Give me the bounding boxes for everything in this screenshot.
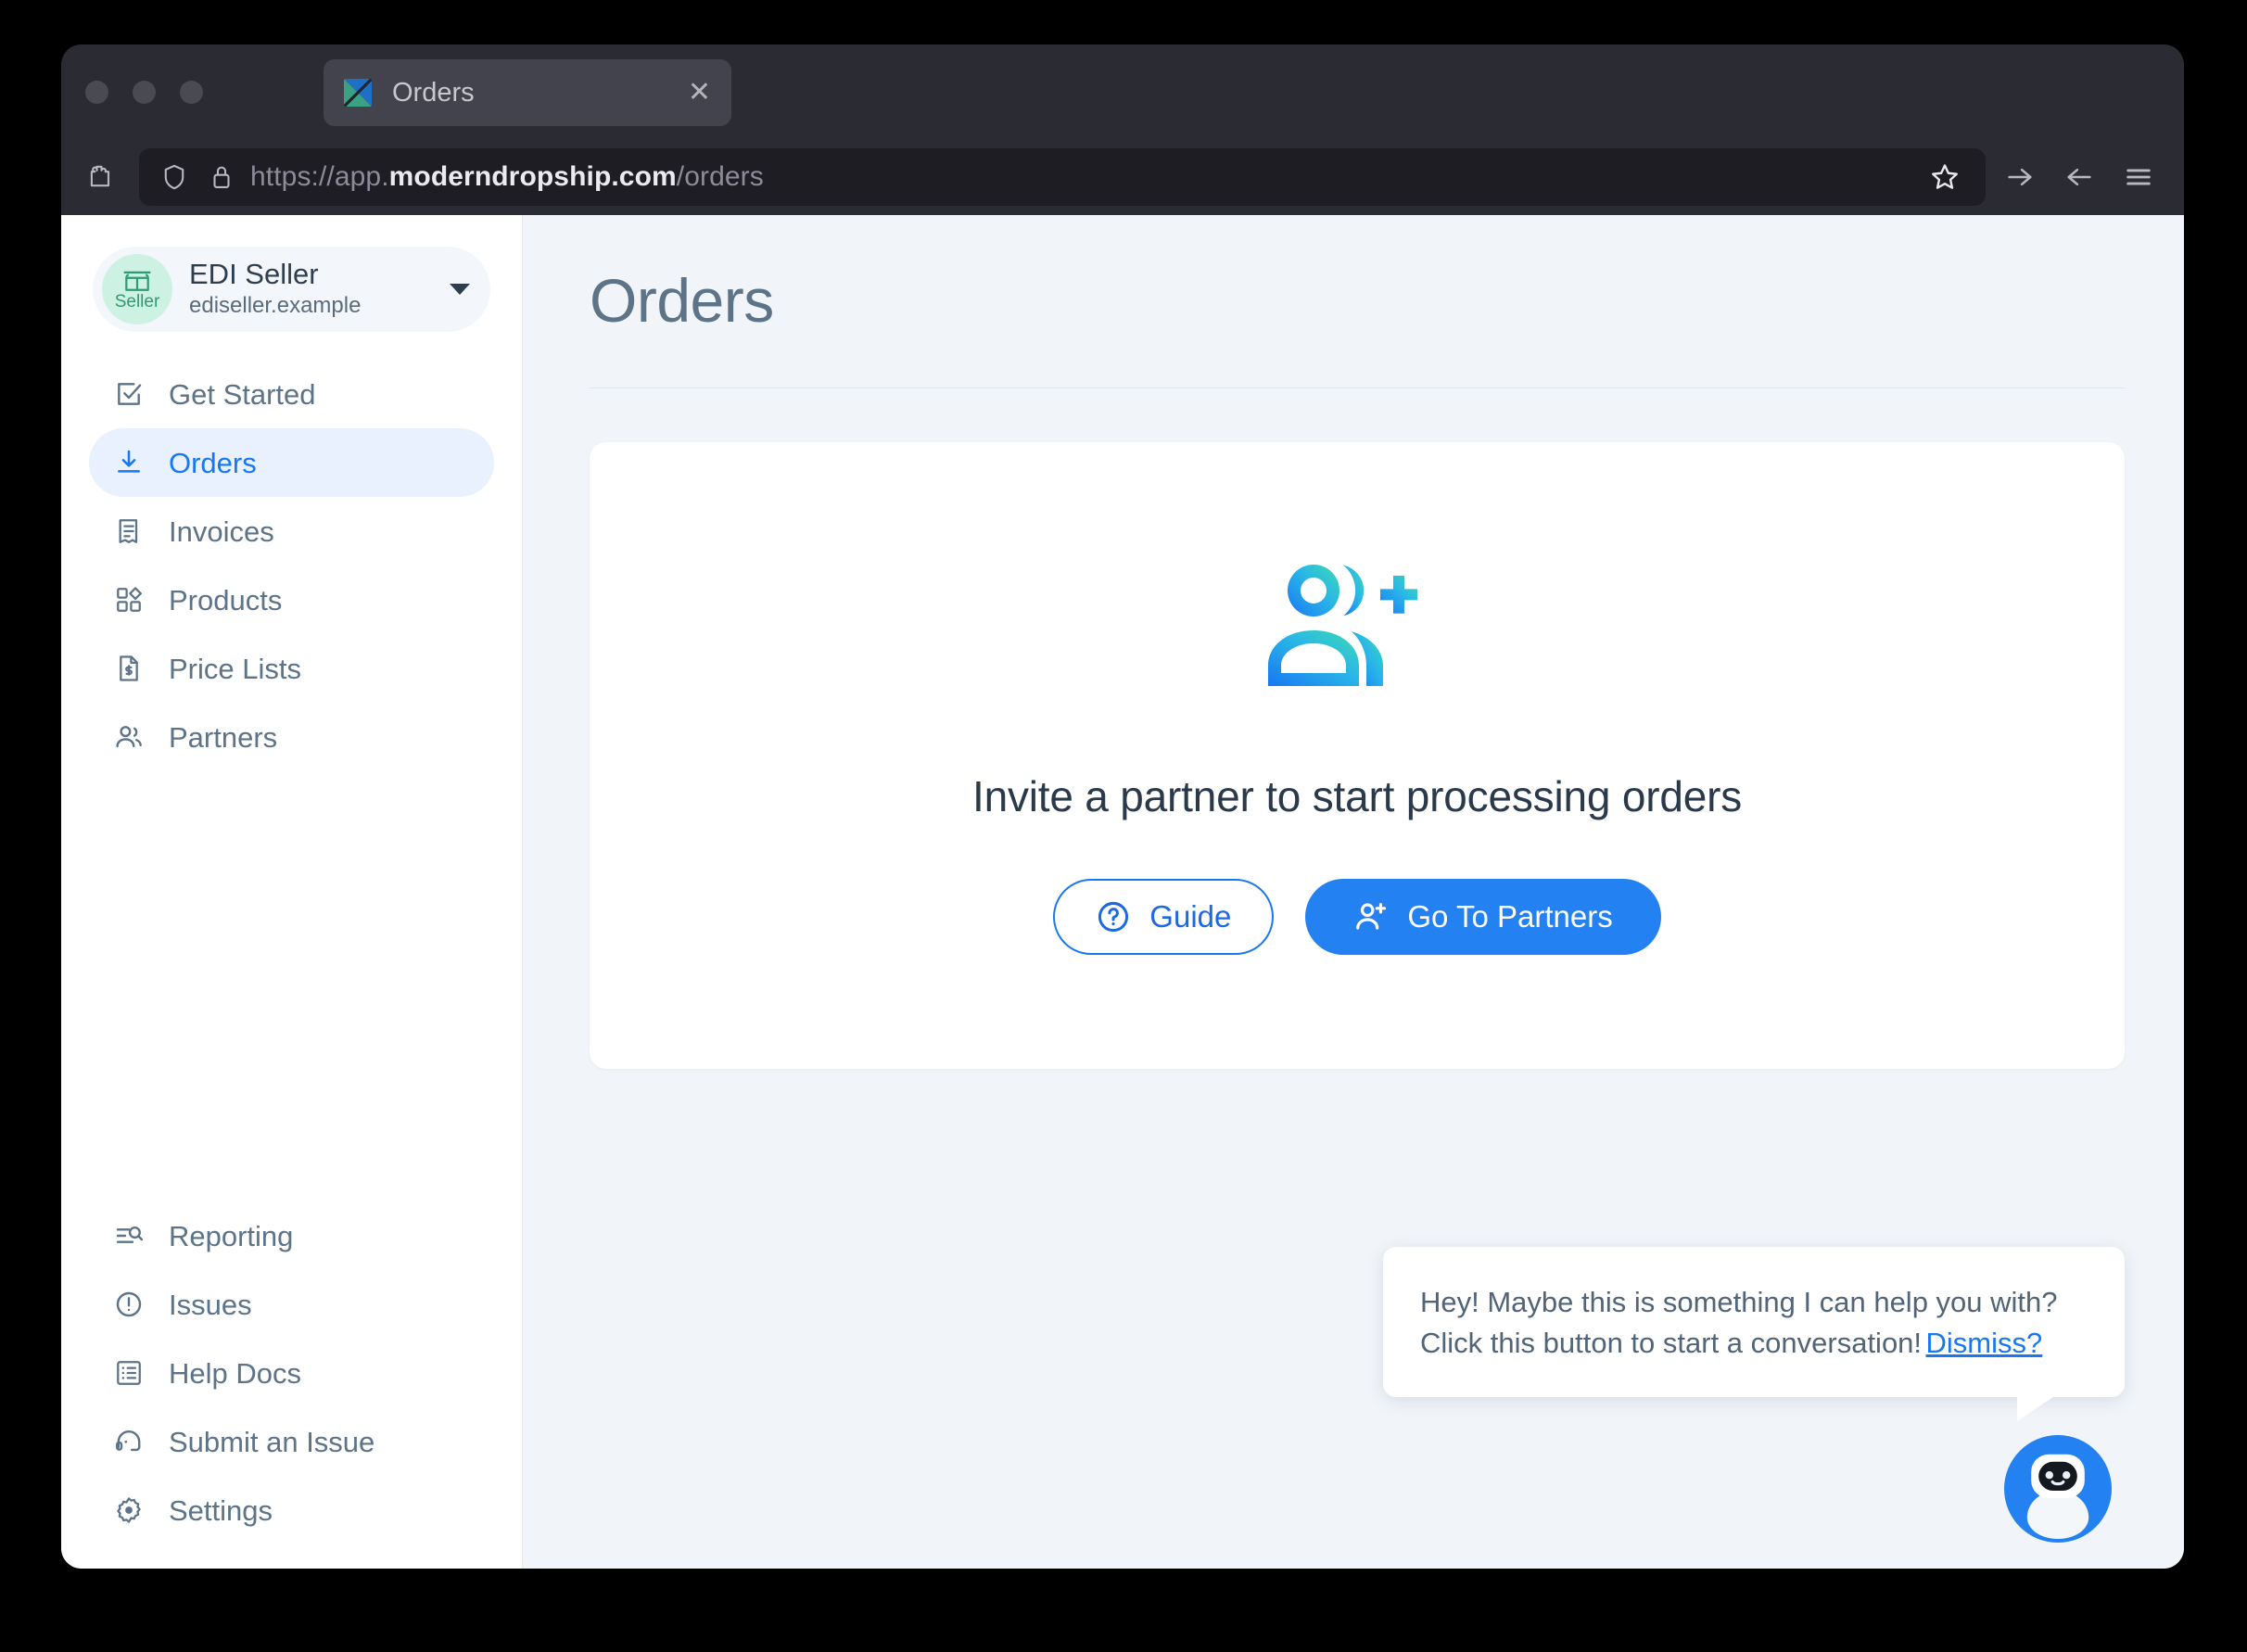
- chat-dismiss-link[interactable]: Dismiss?: [1926, 1323, 2043, 1364]
- go-to-partners-button[interactable]: Go To Partners: [1305, 878, 1661, 955]
- url-bar[interactable]: https://app.moderndropship.com/orders: [139, 148, 1986, 206]
- browser-tab-orders[interactable]: Orders ✕: [324, 59, 731, 126]
- sidebar-nav-secondary: Reporting Issues Help Docs Submit an Iss…: [61, 1201, 522, 1569]
- sidebar-item-help-docs[interactable]: Help Docs: [89, 1339, 494, 1407]
- hamburger-menu-icon[interactable]: [2114, 152, 2164, 202]
- question-circle-icon: [1096, 899, 1131, 934]
- chat-bot-icon: [2026, 1454, 2089, 1539]
- list-search-icon: [113, 1220, 145, 1252]
- url-path: /orders: [676, 161, 764, 192]
- checkbox-check-icon: [113, 378, 145, 410]
- sidebar-nav-primary: Get Started Orders Invoices Products Pri…: [61, 360, 522, 771]
- list-panel-icon: [113, 1357, 145, 1389]
- avatar: Seller: [102, 254, 172, 324]
- receipt-icon: [113, 515, 145, 547]
- empty-state-card: Invite a partner to start processing ord…: [590, 441, 2125, 1069]
- gear-icon: [113, 1494, 145, 1526]
- add-people-icon: [1261, 556, 1454, 695]
- sidebar-item-label: Issues: [169, 1288, 252, 1321]
- sidebar-item-label: Settings: [169, 1493, 273, 1527]
- account-subtitle: ediseller.example: [189, 293, 362, 319]
- back-arrow-icon[interactable]: [2054, 152, 2104, 202]
- document-dollar-icon: [113, 653, 145, 684]
- account-switcher[interactable]: Seller EDI Seller ediseller.example: [93, 247, 490, 332]
- sidebar-item-label: Submit an Issue: [169, 1425, 375, 1458]
- shield-icon[interactable]: [156, 159, 193, 196]
- sidebar-item-label: Reporting: [169, 1219, 294, 1252]
- sidebar-item-products[interactable]: Products: [89, 565, 494, 634]
- account-text: EDI Seller ediseller.example: [189, 257, 450, 321]
- chevron-down-icon[interactable]: [450, 284, 470, 295]
- account-name: EDI Seller: [189, 257, 319, 290]
- star-icon[interactable]: [1917, 151, 1973, 203]
- grid-diamond-icon: [113, 584, 145, 616]
- sidebar-item-invoices[interactable]: Invoices: [89, 497, 494, 565]
- account-badge-label: Seller: [114, 291, 160, 311]
- empty-state-actions: Guide Go To Partners: [1053, 878, 1661, 955]
- url-text[interactable]: https://app.moderndropship.com/orders: [250, 161, 1904, 193]
- sidebar-item-label: Invoices: [169, 515, 274, 548]
- guide-button-label: Guide: [1149, 898, 1232, 934]
- store-icon: [123, 271, 151, 291]
- sidebar-item-label: Get Started: [169, 377, 316, 411]
- sidebar: Seller EDI Seller ediseller.example Get …: [61, 215, 523, 1569]
- sidebar-item-price-lists[interactable]: Price Lists: [89, 634, 494, 703]
- sidebar-item-partners[interactable]: Partners: [89, 703, 494, 771]
- sidebar-item-settings[interactable]: Settings: [89, 1476, 494, 1544]
- sidebar-item-label: Price Lists: [169, 652, 301, 685]
- tab-title: Orders: [392, 77, 475, 108]
- alert-circle-icon: [113, 1289, 145, 1320]
- sidebar-item-get-started[interactable]: Get Started: [89, 360, 494, 428]
- headset-icon: [113, 1426, 145, 1457]
- forward-arrow-icon[interactable]: [1995, 152, 2045, 202]
- guide-button[interactable]: Guide: [1053, 878, 1275, 955]
- app-logo-icon: [344, 79, 372, 107]
- go-to-partners-label: Go To Partners: [1407, 898, 1613, 934]
- main-content: Orders Invite a partner to start process…: [523, 215, 2184, 1569]
- url-prefix: https://app.: [250, 161, 389, 192]
- window-maximize-button[interactable]: [180, 80, 203, 104]
- puzzle-icon[interactable]: [74, 152, 124, 202]
- sidebar-item-reporting[interactable]: Reporting: [89, 1201, 494, 1270]
- lock-icon[interactable]: [206, 159, 237, 196]
- window-traffic-lights: [85, 80, 203, 104]
- people-icon: [113, 721, 145, 753]
- chat-tooltip: Hey! Maybe this is something I can help …: [1383, 1246, 2125, 1422]
- browser-window: Orders ✕ https://app.moderndropship.com/…: [61, 44, 2184, 1569]
- close-icon[interactable]: ✕: [688, 79, 711, 107]
- browser-toolbar: https://app.moderndropship.com/orders: [61, 139, 2184, 215]
- empty-state-heading: Invite a partner to start processing ord…: [971, 771, 1743, 820]
- page-title: Orders: [590, 266, 774, 335]
- window-close-button[interactable]: [85, 80, 108, 104]
- person-plus-icon: [1353, 899, 1389, 934]
- sidebar-item-label: Help Docs: [169, 1356, 301, 1390]
- chat-bot-button[interactable]: [2004, 1435, 2112, 1543]
- sidebar-item-issues[interactable]: Issues: [89, 1270, 494, 1339]
- sidebar-item-label: Products: [169, 583, 283, 616]
- sidebar-item-label: Partners: [169, 720, 278, 754]
- window-minimize-button[interactable]: [133, 80, 156, 104]
- url-domain: moderndropship.com: [388, 161, 677, 192]
- sidebar-item-submit-an-issue[interactable]: Submit an Issue: [89, 1407, 494, 1476]
- app-body: Seller EDI Seller ediseller.example Get …: [61, 215, 2184, 1569]
- browser-tab-strip: Orders ✕: [61, 44, 2184, 139]
- sidebar-item-orders[interactable]: Orders: [89, 428, 494, 497]
- sidebar-item-label: Orders: [169, 446, 257, 479]
- download-icon: [113, 447, 145, 478]
